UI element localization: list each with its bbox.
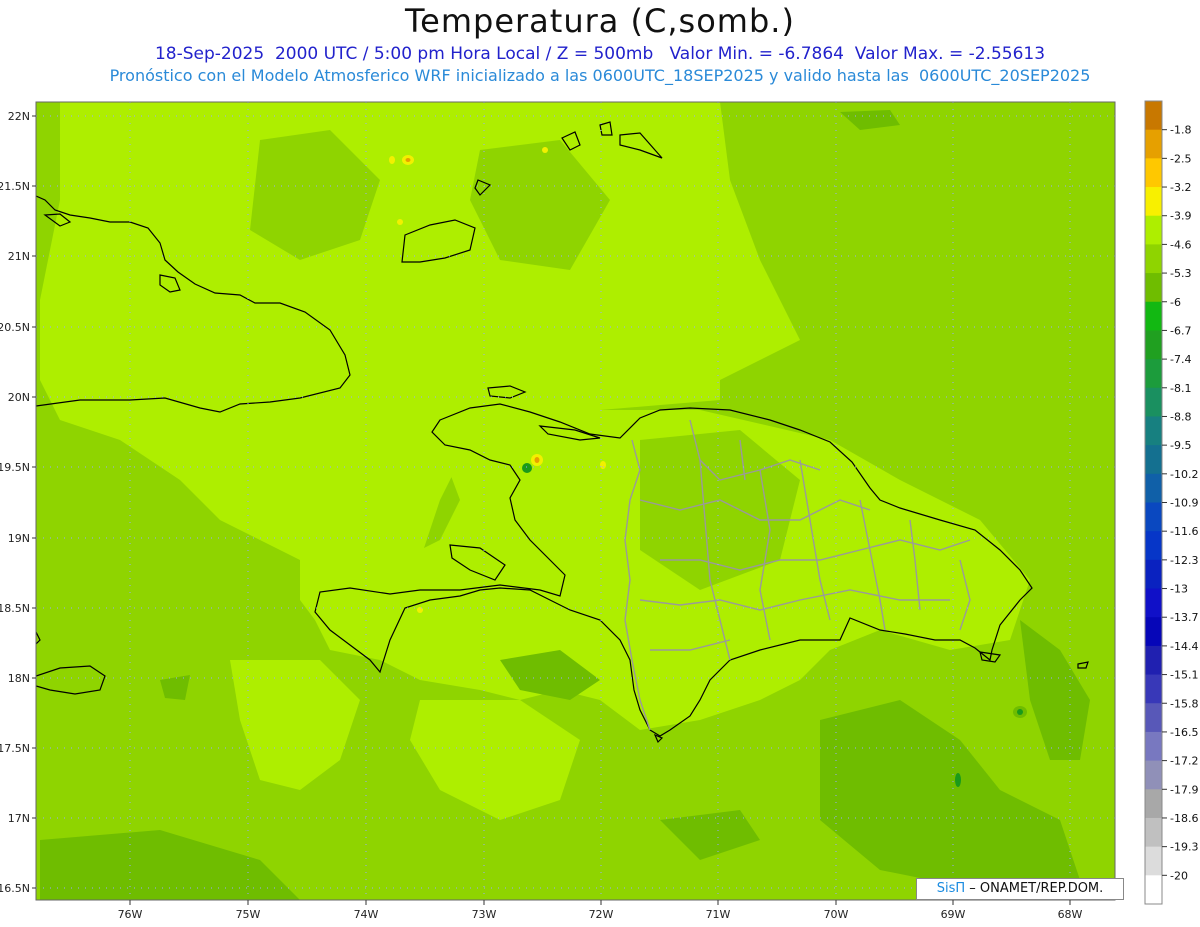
map-figure: 22N 21.5N 21N 20.5N 20N 19.5N 19N 18.5N 18N 17.5N…	[0, 100, 1198, 921]
lon-tick-label: 71W	[706, 908, 731, 921]
colorbar-label: -9.5	[1170, 439, 1191, 452]
temperature-field	[36, 102, 1115, 900]
lon-tick-label: 75W	[236, 908, 261, 921]
colorbar-label: -7.4	[1170, 353, 1191, 366]
lon-tick-label: 70W	[824, 908, 849, 921]
colorbar-swatch	[1145, 502, 1162, 532]
lon-tick-label: 74W	[354, 908, 379, 921]
lat-tick-label: 20.5N	[0, 321, 30, 334]
colorbar-label: -13	[1170, 583, 1188, 596]
lat-tick-label: 17N	[8, 812, 30, 825]
lon-tick-label: 72W	[589, 908, 614, 921]
colorbar-label: -13.7	[1170, 611, 1198, 624]
colorbar-swatch	[1145, 101, 1162, 131]
colorbar-label: -8.1	[1170, 382, 1191, 395]
colorbar-swatch	[1145, 703, 1162, 733]
colorbar-swatch	[1145, 129, 1162, 159]
field-green-3	[955, 773, 961, 787]
colorbar-label: -14.4	[1170, 640, 1198, 653]
colorbar-swatch	[1145, 731, 1162, 762]
colorbar-swatch	[1145, 158, 1162, 188]
latitude-labels: 22N 21.5N 21N 20.5N 20N 19.5N 19N 18.5N 18N 17.5N…	[0, 110, 30, 895]
colorbar-swatch	[1145, 301, 1162, 331]
colorbar-label: -1.8	[1170, 124, 1191, 137]
lon-tick-label: 68W	[1058, 908, 1083, 921]
colorbar-swatch	[1145, 817, 1162, 848]
field-orange-1	[405, 158, 411, 162]
lat-tick-label: 21.5N	[0, 180, 30, 193]
field-yellow-7	[417, 607, 423, 613]
lat-tick-label: 18.5N	[0, 602, 30, 615]
colorbar-swatch	[1145, 645, 1162, 676]
colorbar-label: -18.6	[1170, 812, 1198, 825]
field-orange-2	[534, 457, 540, 463]
colorbar-swatch	[1145, 387, 1162, 417]
colorbar-swatch	[1145, 473, 1162, 503]
colorbar-swatch	[1145, 273, 1162, 303]
colorbar-swatch	[1145, 445, 1162, 475]
colorbar-swatch	[1145, 244, 1162, 274]
lat-tick-label: 16.5N	[0, 882, 30, 895]
colorbar-label: -3.2	[1170, 181, 1191, 194]
colorbar-label: -12.3	[1170, 554, 1198, 567]
longitude-labels: 76W 75W 74W 73W 72W 71W 70W 69W 68W	[118, 908, 1083, 921]
field-yellow-6	[600, 461, 606, 469]
colorbar-swatch	[1145, 674, 1162, 704]
lon-tick-label: 73W	[472, 908, 497, 921]
colorbar-label: -15.8	[1170, 697, 1198, 710]
lon-tick-label: 76W	[118, 908, 143, 921]
lat-tick-label: 20N	[8, 391, 30, 404]
credit-text: – ONAMET/REP.DOM.	[969, 881, 1104, 896]
lat-tick-label: 21N	[8, 250, 30, 263]
field-yellow-3	[542, 147, 548, 153]
colorbar-swatch	[1145, 789, 1162, 819]
lat-tick-label: 19.5N	[0, 461, 30, 474]
lat-tick-label: 22N	[8, 110, 30, 123]
field-green-5	[1017, 709, 1023, 715]
colorbar-label: -6.7	[1170, 324, 1191, 337]
colorbar-swatch	[1145, 846, 1162, 876]
colorbar-swatch	[1145, 760, 1162, 790]
credit-box: SisΠ – ONAMET/REP.DOM.	[916, 878, 1124, 900]
colorbar-label: -11.6	[1170, 525, 1198, 538]
colorbar-label: -17.2	[1170, 755, 1198, 768]
colorbar-label: -17.9	[1170, 783, 1198, 796]
field-green-1	[522, 463, 532, 473]
lon-tick-label: 69W	[941, 908, 966, 921]
colorbar: -1.8 -2.5 -3.2 -3.9 -4.6 -5.3 -6 -6.7 -7.4 -8.1 -8…	[1144, 100, 1198, 905]
field-yellow-2	[389, 156, 395, 164]
colorbar-swatch	[1145, 330, 1162, 360]
colorbar-swatch	[1145, 215, 1162, 245]
colorbar-swatch	[1145, 359, 1162, 389]
lat-tick-label: 18N	[8, 672, 30, 685]
colorbar-label: -20	[1170, 869, 1188, 882]
colorbar-label: -6	[1170, 296, 1181, 309]
colorbar-label: -10.9	[1170, 497, 1198, 510]
colorbar-swatch	[1145, 588, 1162, 618]
colorbar-label: -5.3	[1170, 267, 1191, 280]
field-yellow-4	[397, 219, 403, 225]
lat-tick-label: 19N	[8, 532, 30, 545]
colorbar-swatch	[1145, 617, 1162, 647]
colorbar-label: -16.5	[1170, 726, 1198, 739]
colorbar-label: -19.3	[1170, 841, 1198, 854]
colorbar-swatch	[1145, 187, 1162, 217]
colorbar-label: -10.2	[1170, 468, 1198, 481]
brand-logo-text: SisΠ	[936, 881, 966, 896]
colorbar-label: -15.1	[1170, 669, 1198, 682]
colorbar-swatch	[1145, 531, 1162, 561]
lat-tick-label: 17.5N	[0, 742, 30, 755]
colorbar-swatch	[1145, 875, 1162, 905]
colorbar-label: -3.9	[1170, 210, 1191, 223]
colorbar-label: -4.6	[1170, 238, 1191, 251]
colorbar-label: -8.8	[1170, 410, 1191, 423]
colorbar-swatch	[1145, 416, 1162, 446]
colorbar-label: -2.5	[1170, 152, 1191, 165]
colorbar-swatch	[1145, 559, 1162, 590]
